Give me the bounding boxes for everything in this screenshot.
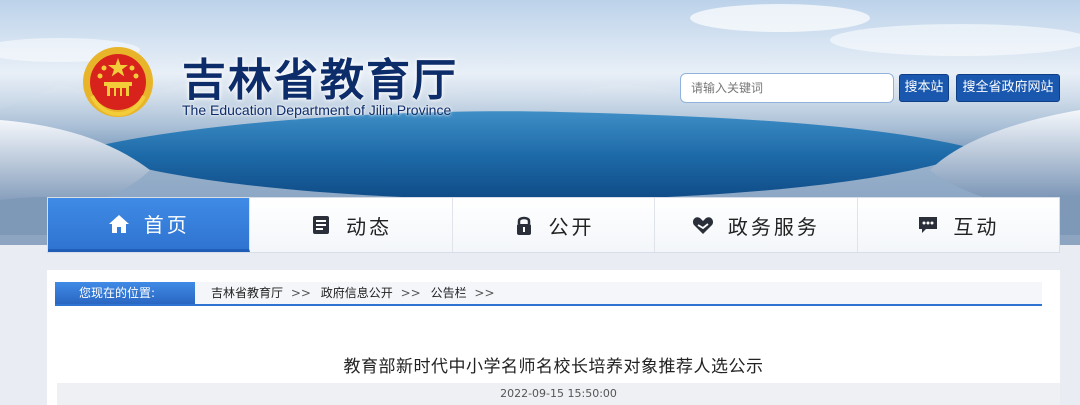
breadcrumb-label: 您现在的位置:	[55, 282, 195, 304]
main-nav: 首页 动态 公开 政务服务 互动	[47, 197, 1060, 253]
site-subtitle: The Education Department of Jilin Provin…	[182, 102, 452, 118]
site-title: 吉林省教育厅	[182, 55, 458, 106]
search-province-button[interactable]: 搜全省政府网站	[956, 74, 1060, 102]
article-date: 2022-09-15 15:50:00	[57, 383, 1060, 405]
nav-item-services[interactable]: 政务服务	[655, 198, 858, 252]
nav-item-news[interactable]: 动态	[250, 198, 453, 252]
search-site-button[interactable]: 搜本站	[899, 74, 949, 102]
content-panel: 您现在的位置: 吉林省教育厅 >> 政府信息公开 >> 公告栏 >> 教育部新时…	[47, 270, 1060, 405]
nav-item-label: 动态	[346, 214, 393, 239]
handshake-heart-icon	[692, 217, 713, 234]
nav-item-label: 公开	[548, 214, 595, 239]
article-title: 教育部新时代中小学名师名校长培养对象推荐人选公示	[343, 357, 764, 377]
lock-icon	[516, 216, 531, 235]
nav-item-home[interactable]: 首页	[48, 198, 251, 252]
nav-item-label: 首页	[143, 213, 190, 237]
document-icon	[313, 216, 330, 234]
breadcrumb-separator: >>	[400, 286, 421, 300]
nav-item-interaction[interactable]: 互动	[858, 198, 1059, 252]
breadcrumb-separator: >>	[290, 286, 311, 300]
chat-icon	[919, 217, 938, 233]
search-input[interactable]	[680, 73, 894, 103]
national-emblem-icon	[83, 47, 153, 117]
nav-item-label: 互动	[953, 214, 1000, 239]
breadcrumb-trail: 吉林省教育厅 >> 政府信息公开 >> 公告栏 >>	[211, 282, 501, 304]
nav-item-disclosure[interactable]: 公开	[453, 198, 656, 252]
breadcrumb: 您现在的位置: 吉林省教育厅 >> 政府信息公开 >> 公告栏 >>	[55, 282, 1042, 306]
breadcrumb-link-home[interactable]: 吉林省教育厅	[211, 286, 283, 300]
nav-item-label: 政务服务	[727, 214, 820, 239]
breadcrumb-link-bulletin[interactable]: 公告栏	[431, 286, 467, 300]
home-icon	[108, 214, 129, 233]
breadcrumb-link-disclosure[interactable]: 政府信息公开	[321, 286, 393, 300]
breadcrumb-separator: >>	[474, 286, 495, 300]
